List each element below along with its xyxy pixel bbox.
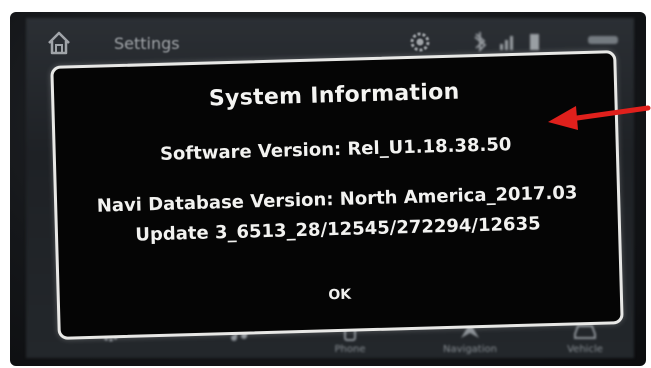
battery-icon [530, 34, 539, 50]
gear-icon[interactable] [408, 30, 432, 54]
home-icon[interactable] [44, 28, 74, 58]
bluetooth-icon [474, 32, 487, 52]
database-update: Update 3_6513_28/12545/272294/12635 [135, 213, 541, 246]
dialog-title: System Information [208, 79, 460, 112]
header-title: Settings [114, 34, 180, 53]
system-information-dialog: System Information Software Version: Rel… [50, 50, 624, 340]
software-version: Software Version: Rel_U1.18.38.50 [159, 134, 512, 165]
annotation-arrow-icon [548, 105, 651, 130]
signal-icon [500, 36, 513, 50]
clock-indicator [588, 36, 618, 44]
status-icons [474, 32, 618, 52]
navi-database-version: Navi Database Version: North America_201… [96, 182, 578, 217]
ok-button[interactable]: OK [299, 278, 380, 312]
photo-frame: Settings Phone Navigation Vehicle System… [0, 0, 651, 368]
